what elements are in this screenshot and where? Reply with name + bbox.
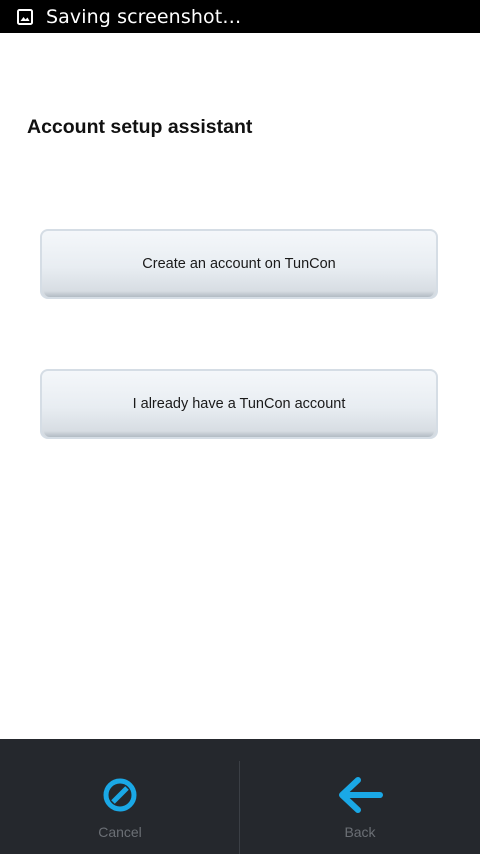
- create-account-label: Create an account on TunCon: [142, 256, 336, 272]
- existing-account-label: I already have a TunCon account: [132, 396, 346, 412]
- button-shadow: [44, 431, 434, 437]
- image-icon: [16, 8, 34, 26]
- bottom-action-bar: Cancel Back: [0, 739, 480, 854]
- arrow-left-icon: [336, 775, 384, 815]
- existing-account-button[interactable]: I already have a TunCon account: [40, 369, 438, 439]
- cancel-button[interactable]: Cancel: [0, 739, 240, 854]
- cancel-icon: [96, 775, 144, 815]
- status-bar: Saving screenshot…: [0, 0, 480, 33]
- back-label: Back: [344, 824, 376, 840]
- create-account-button[interactable]: Create an account on TunCon: [40, 229, 438, 299]
- back-button[interactable]: Back: [240, 739, 480, 854]
- button-shadow: [44, 291, 434, 297]
- page-title: Account setup assistant: [27, 116, 253, 138]
- status-text: Saving screenshot…: [46, 5, 242, 28]
- cancel-label: Cancel: [98, 824, 142, 840]
